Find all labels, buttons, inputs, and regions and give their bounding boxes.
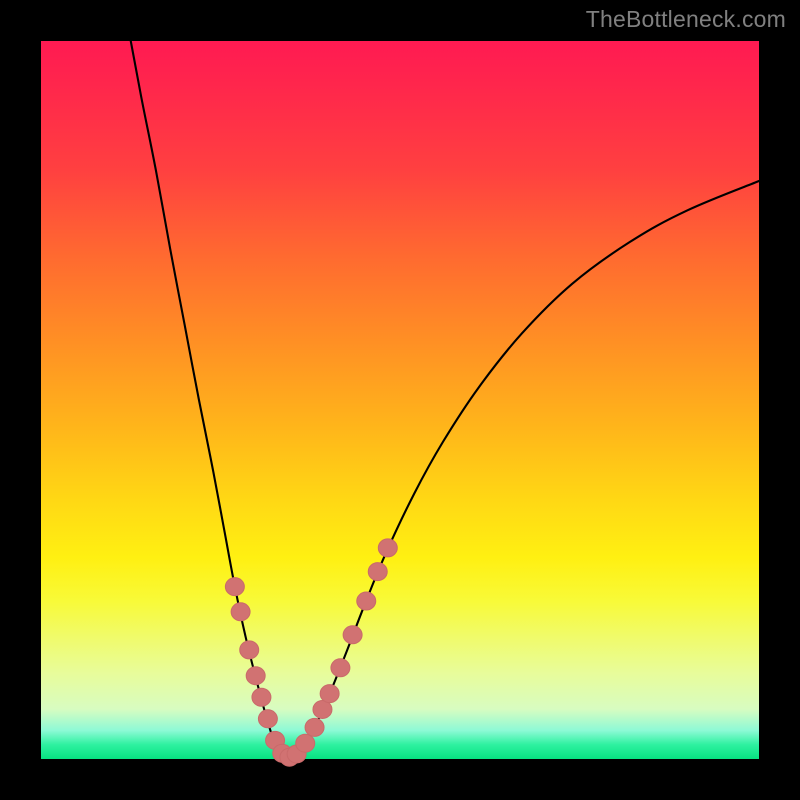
chart-plot-area — [41, 41, 759, 759]
watermark-label: TheBottleneck.com — [586, 6, 786, 33]
chart-stage: TheBottleneck.com — [0, 0, 800, 800]
